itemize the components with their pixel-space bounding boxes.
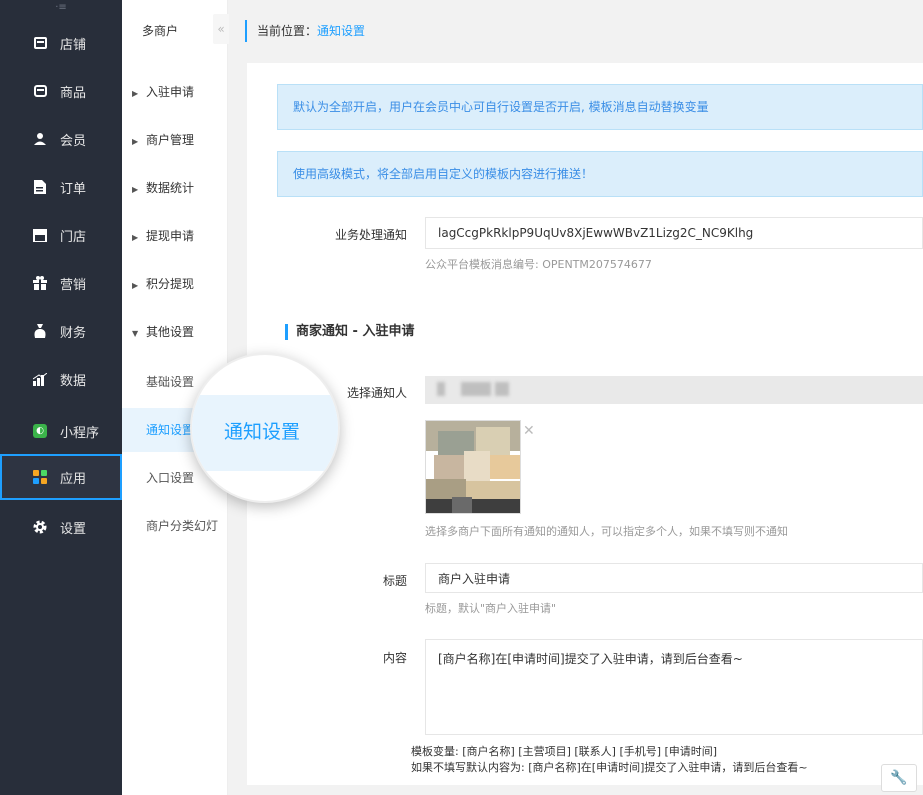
sidebar-item-data[interactable]: 数据 xyxy=(0,356,122,402)
main-sidebar: ·≡ 店铺 商品 会员 订单 门店 营销 财务 数据 ◐ 小程序 应用 设置 xyxy=(0,0,122,795)
submenu-item-withdraw[interactable]: ▶ 提现申请 xyxy=(122,214,228,258)
gear-icon xyxy=(32,519,48,535)
info-tip-advanced: 使用高级模式，将全部启用自定义的模板内容进行推送！ xyxy=(277,151,923,197)
sidebar-item-label: 营销 xyxy=(60,277,87,293)
breadcrumb-current[interactable]: 通知设置 xyxy=(317,24,365,38)
submenu-item-label: 数据统计 xyxy=(146,181,195,195)
sidebar-item-label: 小程序 xyxy=(60,425,100,441)
remove-avatar-icon[interactable]: ✕ xyxy=(523,423,535,439)
submenu-item-points-withdraw[interactable]: ▶ 积分提现 xyxy=(122,262,228,306)
caret-right-icon: ▶ xyxy=(132,281,139,290)
gift-icon xyxy=(32,275,48,291)
shop-icon xyxy=(32,227,48,243)
default-content-text: 如果不填写默认内容为: [商户名称]在[申请时间]提交了入驻申请，请到后台查看~ xyxy=(411,761,808,774)
sidebar-item-label: 会员 xyxy=(60,133,87,149)
content-textarea[interactable]: [商户名称]在[申请时间]提交了入驻申请，请到后台查看~ xyxy=(425,639,923,735)
section-title: 商家通知 - 入驻申请 xyxy=(285,324,414,340)
sidebar-item-label: 应用 xyxy=(60,471,87,487)
submenu-item-merchant-manage[interactable]: ▶ 商户管理 xyxy=(122,118,228,162)
sidebar-item-store[interactable]: 店铺 xyxy=(0,20,122,66)
sidebar-item-label: 门店 xyxy=(60,229,87,245)
sidebar-item-member[interactable]: 会员 xyxy=(0,116,122,162)
submenu-item-apply[interactable]: ▶ 入驻申请 xyxy=(122,70,228,114)
menu-toggle-icon[interactable]: ·≡ xyxy=(0,0,122,14)
notify-person-select[interactable] xyxy=(425,376,923,404)
goods-icon xyxy=(32,83,48,99)
title-help: 标题，默认"商户入驻申请" xyxy=(425,602,557,615)
title-input[interactable] xyxy=(425,563,923,593)
settings-card: 默认为全部开启，用户在会员中心可自行设置是否开启, 模板消息自动替换变量 使用高… xyxy=(247,63,923,785)
info-tip-default: 默认为全部开启，用户在会员中心可自行设置是否开启, 模板消息自动替换变量 xyxy=(277,84,923,130)
business-notice-label: 业务处理通知 xyxy=(334,228,407,242)
sidebar-item-finance[interactable]: 财务 xyxy=(0,308,122,354)
breadcrumb: 当前位置：通知设置 xyxy=(245,20,365,42)
mini-program-icon: ◐ xyxy=(32,423,48,439)
submenu-item-label: 积分提现 xyxy=(146,277,195,291)
sidebar-item-label: 设置 xyxy=(60,521,87,537)
magnifier-callout: 通知设置 xyxy=(190,353,340,503)
template-variables-text: 模板变量: [商户名称] [主营项目] [联系人] [手机号] [申请时间] xyxy=(411,745,718,758)
submenu-item-label: 入驻申请 xyxy=(146,85,195,99)
submenu-item-other-settings[interactable]: ▼ 其他设置 xyxy=(122,310,228,354)
submenu-item-statistics[interactable]: ▶ 数据统计 xyxy=(122,166,228,210)
store-icon xyxy=(32,35,48,51)
apps-icon xyxy=(32,469,48,485)
wrench-icon[interactable]: 🔧 xyxy=(881,764,917,792)
notify-person-help: 选择多商户下面所有通知的通知人，可以指定多个人，如果不填写则不通知 xyxy=(425,525,788,538)
sidebar-item-apps[interactable]: 应用 xyxy=(0,454,122,500)
sidebar-item-mini-program[interactable]: ◐ 小程序 xyxy=(0,408,122,454)
avatar xyxy=(425,420,521,514)
magnifier-label: 通知设置 xyxy=(224,421,301,443)
sidebar-item-label: 数据 xyxy=(60,373,87,389)
caret-right-icon: ▶ xyxy=(132,89,139,98)
order-icon xyxy=(32,179,48,195)
caret-right-icon: ▶ xyxy=(132,185,139,194)
collapse-menu-button[interactable]: « xyxy=(213,14,229,44)
caret-right-icon: ▶ xyxy=(132,137,139,146)
caret-right-icon: ▶ xyxy=(132,233,139,242)
business-notice-input[interactable] xyxy=(425,217,923,249)
sidebar-item-label: 财务 xyxy=(60,325,87,341)
content-label: 内容 xyxy=(382,651,407,665)
sidebar-item-order[interactable]: 订单 xyxy=(0,164,122,210)
submenu-sub-category-slides[interactable]: 商户分类幻灯 xyxy=(122,504,228,548)
breadcrumb-prefix: 当前位置： xyxy=(257,24,318,38)
sidebar-item-label: 商品 xyxy=(60,85,87,101)
sidebar-item-marketing[interactable]: 营销 xyxy=(0,260,122,306)
sidebar-item-label: 订单 xyxy=(60,181,87,197)
bar-chart-icon xyxy=(32,371,48,387)
user-icon xyxy=(32,131,48,147)
caret-down-icon: ▼ xyxy=(132,329,139,338)
sidebar-item-label: 店铺 xyxy=(60,37,87,53)
money-bag-icon xyxy=(32,323,48,339)
sidebar-item-settings[interactable]: 设置 xyxy=(0,504,122,550)
submenu-item-label: 商户管理 xyxy=(146,133,195,147)
submenu-item-label: 提现申请 xyxy=(146,229,195,243)
title-label: 标题 xyxy=(382,574,407,588)
sidebar-item-shop[interactable]: 门店 xyxy=(0,212,122,258)
business-notice-help: 公众平台模板消息编号: OPENTM207574677 xyxy=(425,258,652,271)
sidebar-item-goods[interactable]: 商品 xyxy=(0,68,122,114)
submenu-item-label: 其他设置 xyxy=(146,325,195,339)
